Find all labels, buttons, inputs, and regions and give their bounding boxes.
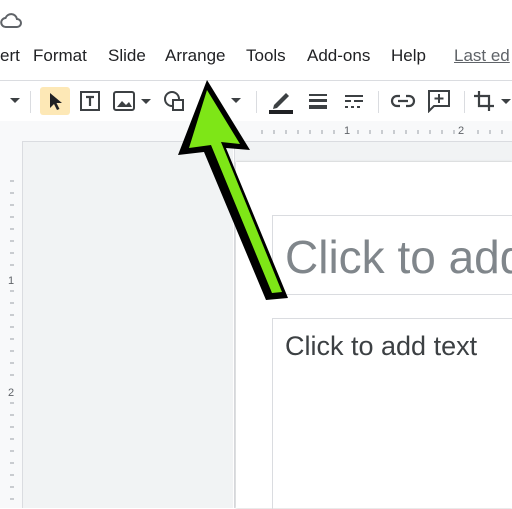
insert-image-icon[interactable]: [110, 87, 154, 115]
cloud-status-icon[interactable]: [0, 12, 22, 30]
title-placeholder-text: Click to add: [285, 231, 512, 283]
line-weight-icon[interactable]: [304, 87, 332, 115]
ruler-corner: [0, 121, 25, 142]
menu-bar: ert Format Slide Arrange Tools Add-ons H…: [0, 40, 512, 72]
body-placeholder-text: Click to add text: [285, 331, 478, 361]
line-color-icon[interactable]: [266, 87, 296, 115]
toolbar: [0, 80, 512, 122]
ruler-label: 2: [8, 387, 15, 399]
menu-format[interactable]: Format: [33, 46, 87, 66]
crop-icon[interactable]: [472, 87, 512, 115]
menu-insert[interactable]: ert: [0, 46, 20, 66]
toolbar-divider: [256, 91, 257, 113]
title-placeholder-box[interactable]: Click to add: [272, 215, 512, 295]
menu-arrange[interactable]: Arrange: [165, 46, 225, 66]
body-placeholder-box[interactable]: Click to add text: [272, 318, 512, 509]
line-dash-icon[interactable]: [340, 87, 368, 115]
last-edit-link[interactable]: Last ed: [454, 46, 510, 66]
shape-icon[interactable]: [160, 87, 190, 115]
filmstrip-panel[interactable]: [23, 142, 233, 508]
shape-dropdown-arrow-icon[interactable]: [226, 87, 246, 115]
menu-tools[interactable]: Tools: [246, 46, 286, 66]
select-cursor-icon[interactable]: [40, 87, 70, 115]
dropdown-arrow-icon[interactable]: [6, 87, 24, 115]
toolbar-divider: [378, 91, 379, 113]
menu-help[interactable]: Help: [391, 46, 426, 66]
toolbar-divider: [30, 91, 31, 113]
menu-addons[interactable]: Add-ons: [307, 46, 370, 66]
ruler-label: 1: [344, 125, 351, 137]
horizontal-ruler[interactable]: 1 2: [24, 121, 512, 142]
vertical-ruler[interactable]: 1 2: [0, 141, 23, 508]
ruler-label: 2: [458, 125, 465, 137]
insert-link-icon[interactable]: [388, 87, 418, 115]
menu-slide[interactable]: Slide: [108, 46, 146, 66]
ruler-label: 1: [8, 275, 15, 287]
add-comment-icon[interactable]: [424, 87, 454, 115]
text-box-icon[interactable]: [76, 87, 104, 115]
toolbar-divider: [464, 91, 465, 113]
